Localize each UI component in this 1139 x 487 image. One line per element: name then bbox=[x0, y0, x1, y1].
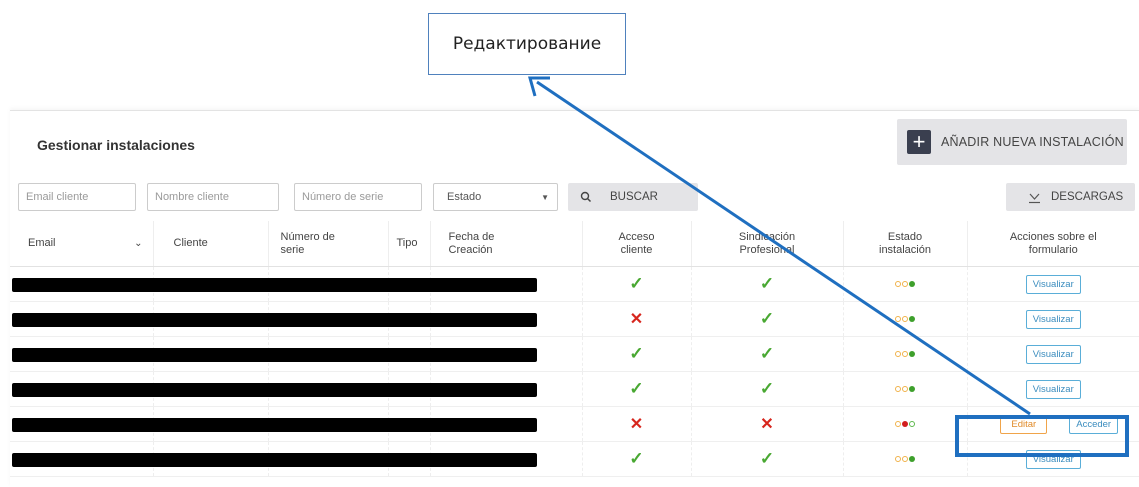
annotation-arrow bbox=[528, 76, 1031, 416]
